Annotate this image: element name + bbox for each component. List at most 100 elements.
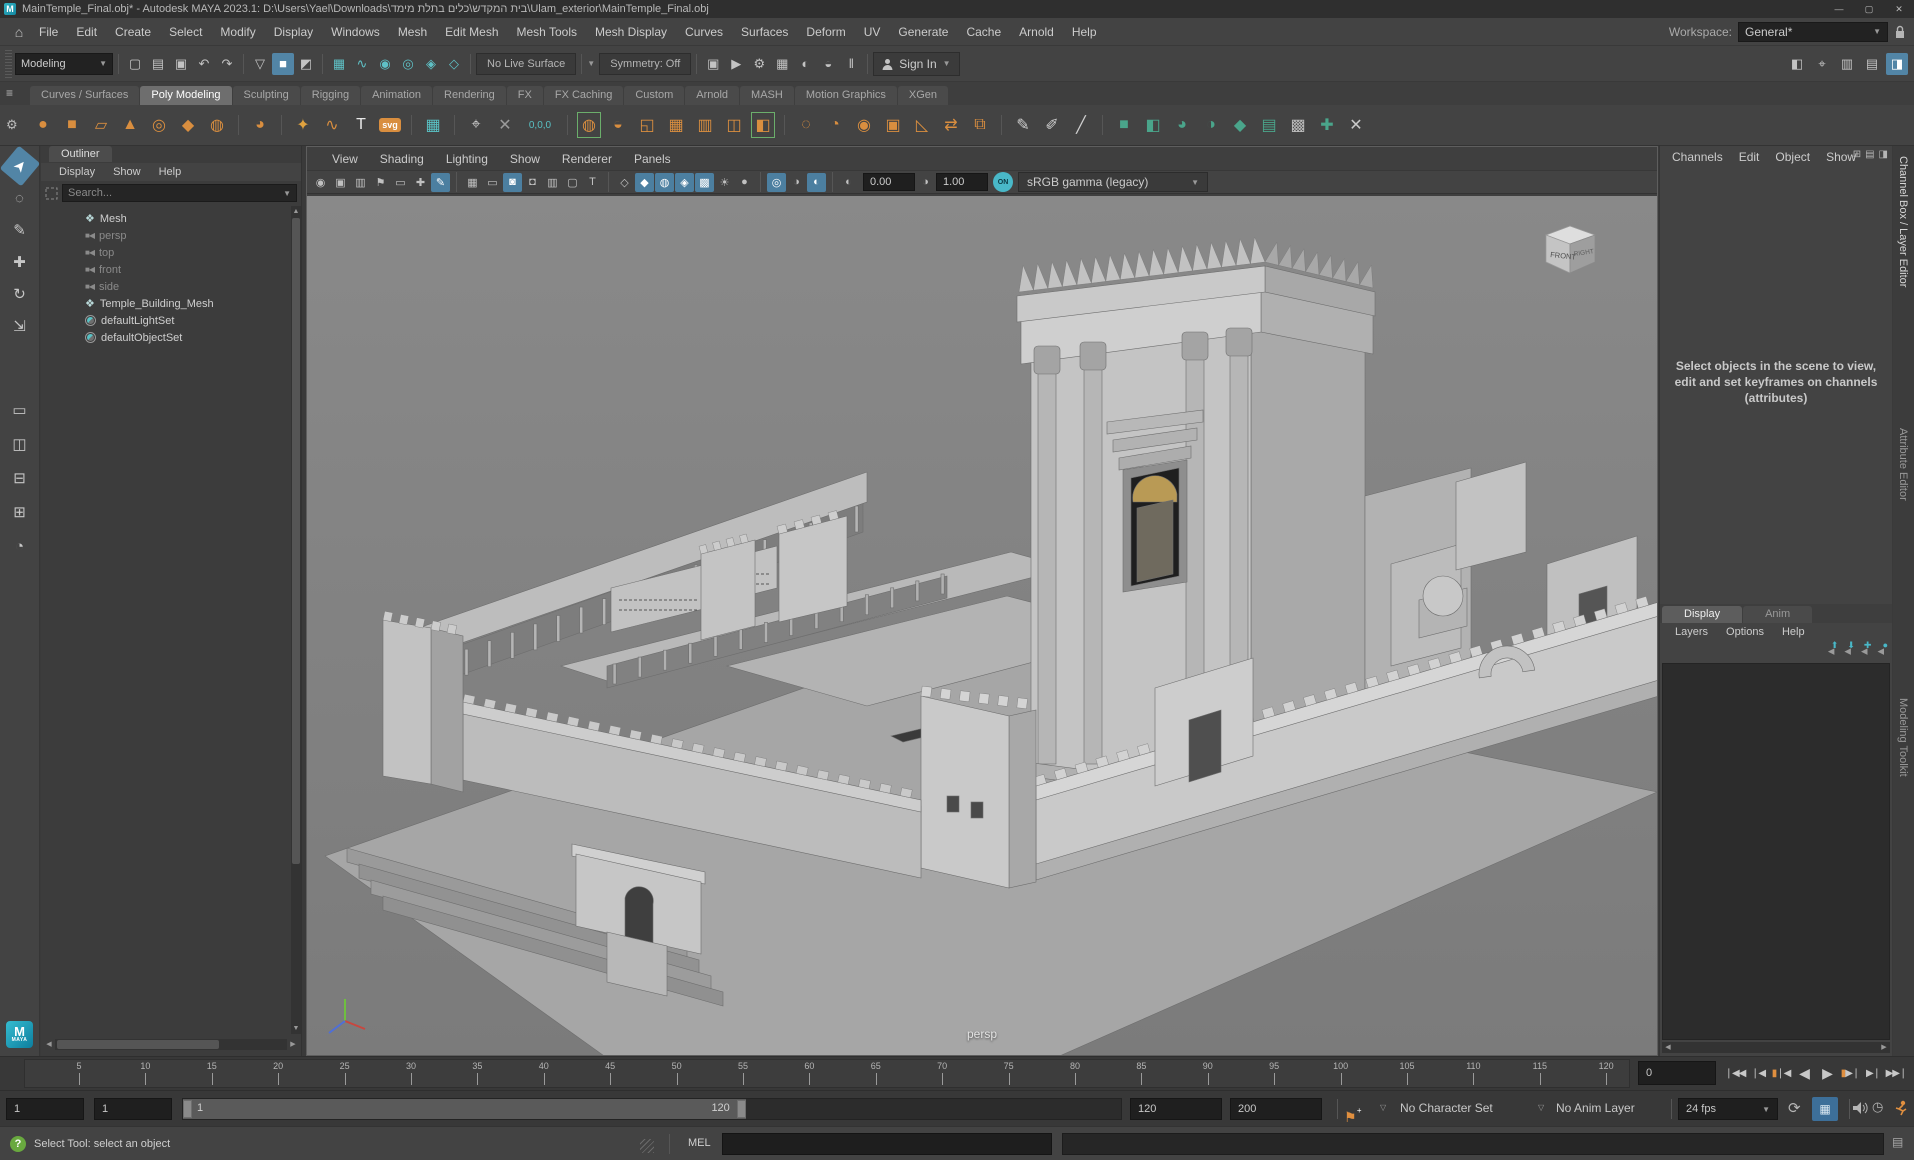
extrude-icon[interactable]: ⧉ <box>967 111 993 139</box>
view-cube[interactable]: FRONT RIGHT <box>1535 218 1605 282</box>
outliner-item-temple_building_mesh[interactable]: ❖Temple_Building_Mesh <box>41 295 291 312</box>
isolate-select-icon[interactable]: ◎ <box>767 173 786 192</box>
symmetry-field[interactable]: Symmetry: Off <box>599 53 691 75</box>
checker-texture-icon[interactable]: ▩ <box>1285 111 1311 139</box>
subdivide-icon[interactable]: ◧ <box>750 111 776 139</box>
outliner-item-defaultlightset[interactable]: defaultLightSet <box>41 312 291 329</box>
chevron-down-icon[interactable]: ▼ <box>283 189 291 198</box>
reduce-icon[interactable]: ◔ <box>822 111 848 139</box>
scroll-left-icon[interactable]: ◀ <box>43 1039 55 1050</box>
standard-surface-material-icon[interactable]: ■ <box>1111 111 1137 139</box>
maya-logo[interactable]: MMAYA <box>6 1021 33 1048</box>
shelf-tab-fx-caching[interactable]: FX Caching <box>544 86 623 105</box>
default-material-icon[interactable]: ▩ <box>695 173 714 192</box>
animation-preferences-icon[interactable]: ▦ <box>1812 1097 1838 1121</box>
shelf-tab-xgen[interactable]: XGen <box>898 86 948 105</box>
clock-icon[interactable]: ◷ <box>1872 1099 1883 1115</box>
shelf-tab-poly-modeling[interactable]: Poly Modeling <box>140 86 231 105</box>
workspace-dropdown[interactable]: General*▼ <box>1738 22 1888 42</box>
new-scene-button[interactable]: ▢ <box>124 53 146 75</box>
maximize-button[interactable]: ▢ <box>1854 0 1884 18</box>
viewport-panel[interactable]: ViewShadingLightingShowRendererPanels ◉▣… <box>306 146 1658 1056</box>
gate-mask-icon[interactable]: ◘ <box>523 173 542 192</box>
viewport-menu-lighting[interactable]: Lighting <box>435 152 499 166</box>
poly-sphere-icon[interactable]: ● <box>30 111 56 139</box>
quad-draw-icon[interactable]: ✐ <box>1039 111 1065 139</box>
shelf-tab-rendering[interactable]: Rendering <box>433 86 506 105</box>
menu-mesh[interactable]: Mesh <box>389 18 436 46</box>
step-forward-key-button[interactable]: ▮▶❘ <box>1839 1060 1861 1086</box>
outliner-item-persp[interactable]: ■◀persp <box>41 227 291 244</box>
new-layer-from-selected-icon[interactable]: ◂● <box>1877 643 1884 659</box>
range-start-handle[interactable] <box>183 1100 192 1118</box>
move-layer-down-icon[interactable]: ◂⬇ <box>1844 643 1851 659</box>
exposure-icon[interactable]: ◐ <box>839 173 858 192</box>
outliner-menu-display[interactable]: Display <box>51 166 103 178</box>
text-tool-icon[interactable]: T <box>348 111 374 139</box>
outliner-item-front[interactable]: ■◀front <box>41 261 291 278</box>
shelf-tab-custom[interactable]: Custom <box>624 86 684 105</box>
menu-arnold[interactable]: Arnold <box>1010 18 1063 46</box>
shelf-tab-fx[interactable]: FX <box>507 86 543 105</box>
outliner-horizontal-scrollbar[interactable] <box>55 1039 287 1050</box>
play-backwards-button[interactable]: ◀ <box>1793 1060 1815 1086</box>
sphere-primitive-popup-icon[interactable]: ◕ <box>247 111 273 139</box>
blinn-material-icon[interactable]: ◧ <box>1140 111 1166 139</box>
open-scene-button[interactable]: ▤ <box>147 53 169 75</box>
shadows-icon[interactable]: ● <box>735 173 754 192</box>
outliner-tab[interactable]: Outliner <box>49 146 112 162</box>
evaluation-icon[interactable] <box>1894 1100 1908 1116</box>
poly-pipe-icon[interactable]: ◍ <box>204 111 230 139</box>
menu-modify[interactable]: Modify <box>211 18 264 46</box>
time-slider[interactable]: 5101520253035404550556065707580859095100… <box>24 1059 1630 1088</box>
lasso-tool[interactable]: ◌ <box>5 184 35 212</box>
menu-help[interactable]: Help <box>1063 18 1106 46</box>
menu-deform[interactable]: Deform <box>797 18 854 46</box>
move-tool[interactable]: ✚ <box>5 248 35 276</box>
modeling-toolkit-toggle-icon[interactable]: ◧ <box>1786 53 1808 75</box>
snap-to-point-icon[interactable]: ◉ <box>374 53 396 75</box>
lock-icon[interactable] <box>1894 25 1906 39</box>
outliner-item-mesh[interactable]: ❖Mesh <box>41 210 291 227</box>
lock-camera-icon[interactable]: ▣ <box>331 173 350 192</box>
menu-edit-mesh[interactable]: Edit Mesh <box>436 18 507 46</box>
render-view-icon[interactable]: ▣ <box>702 53 724 75</box>
new-empty-layer-icon[interactable]: ◂✚ <box>1861 643 1868 659</box>
script-editor-icon[interactable]: ▤ <box>1892 1135 1903 1149</box>
pencil-tool-icon[interactable]: ✎ <box>1010 111 1036 139</box>
step-forward-frame-button[interactable]: ▶❘ <box>1862 1060 1884 1086</box>
assign-material-icon[interactable]: ✚ <box>1314 111 1340 139</box>
zoom-tool-button[interactable]: ◔ <box>5 532 35 560</box>
xray-icon[interactable]: ◑ <box>787 173 806 192</box>
menu-surfaces[interactable]: Surfaces <box>732 18 797 46</box>
image-plane-icon[interactable]: ▭ <box>391 173 410 192</box>
poly-pyramid-icon[interactable]: ◆ <box>175 111 201 139</box>
reset-transform-icon[interactable]: ✕ <box>492 111 518 139</box>
channel-menu-object[interactable]: Object <box>1767 150 1818 164</box>
minimize-button[interactable]: — <box>1824 0 1854 18</box>
camera-attributes-icon[interactable]: ▥ <box>351 173 370 192</box>
bookmark-icon[interactable]: ⚑+ <box>1344 1109 1357 1126</box>
gamma-field[interactable]: 1.00 <box>936 173 988 191</box>
curve-spiral-icon[interactable]: ∿ <box>319 111 345 139</box>
playback-loop-icon[interactable]: ⟳ <box>1788 1099 1801 1117</box>
colorspace-dropdown[interactable]: sRGB gamma (legacy)▼ <box>1018 172 1208 192</box>
mute-audio-icon[interactable] <box>1852 1101 1868 1115</box>
ipr-render-icon[interactable]: ▶ <box>725 53 747 75</box>
menu-set-dropdown[interactable]: Modeling▼ <box>15 53 113 75</box>
origin-coords-icon[interactable]: 0,0,0 <box>521 111 559 139</box>
outliner-item-top[interactable]: ■◀top <box>41 244 291 261</box>
viewport-menu-view[interactable]: View <box>321 152 369 166</box>
bridge-icon[interactable]: ▥ <box>692 111 718 139</box>
wireframe-on-shaded-icon[interactable]: ◈ <box>675 173 694 192</box>
tab-channel-box[interactable]: Channel Box / Layer Editor <box>1897 156 1909 287</box>
range-end-handle[interactable] <box>737 1100 746 1118</box>
multi-cut-icon[interactable]: ╱ <box>1068 111 1094 139</box>
drag-handle[interactable] <box>5 50 12 78</box>
smooth-icon[interactable]: ◌ <box>793 111 819 139</box>
scale-tool[interactable]: ⇲ <box>5 312 35 340</box>
home-icon[interactable]: ⌂ <box>8 21 30 43</box>
anim-layer-dropdown[interactable]: No Anim Layer <box>1556 1101 1635 1115</box>
lighting-icon[interactable]: ☀ <box>715 173 734 192</box>
redo-button[interactable]: ↷ <box>216 53 238 75</box>
